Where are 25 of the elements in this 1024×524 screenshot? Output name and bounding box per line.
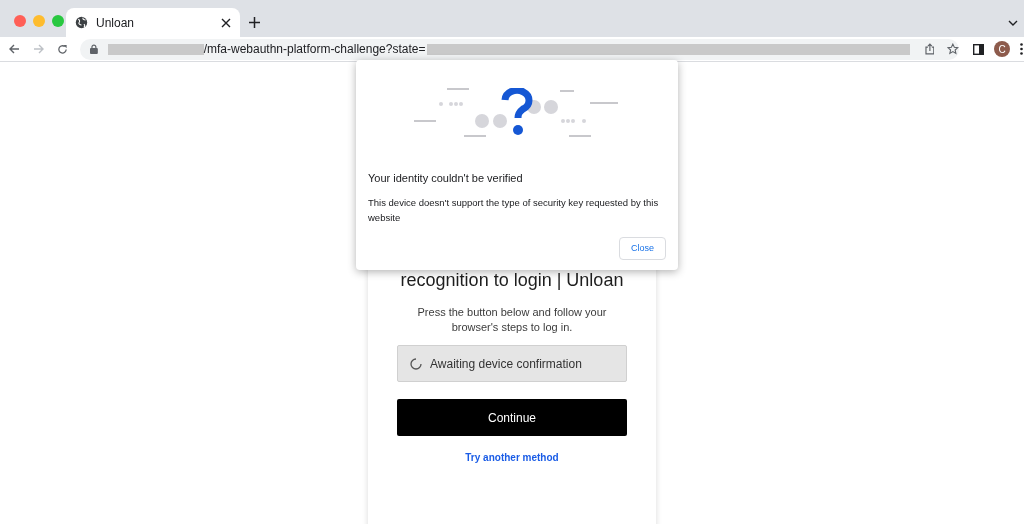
try-another-method-link[interactable]: Try another method: [465, 450, 559, 465]
star-icon[interactable]: [947, 43, 959, 55]
side-panel-icon[interactable]: [973, 43, 984, 55]
dialog-title: Your identity couldn't be verified: [367, 171, 524, 186]
dialog-message: This device doesn't support the type of security key requested by this website: [367, 195, 660, 225]
instructions-text: Press the button below and follow your browser's steps to log in.: [416, 305, 608, 335]
url-text: /mfa-webauthn-platform-challenge?state=: [203, 41, 426, 58]
spinner-icon: [410, 357, 422, 370]
close-button[interactable]: Close: [619, 237, 666, 260]
reload-icon[interactable]: [57, 43, 68, 55]
status-text: Awaiting device confirmation: [430, 355, 582, 373]
continue-button[interactable]: Continue: [397, 399, 627, 436]
chevron-down-icon[interactable]: [1008, 20, 1018, 26]
lock-icon: [90, 44, 98, 54]
new-tab-icon[interactable]: [249, 17, 260, 28]
profile-avatar[interactable]: C: [994, 41, 1010, 57]
tab-title: Unloan: [96, 14, 136, 32]
back-icon[interactable]: [9, 44, 20, 54]
address-bar[interactable]: /mfa-webauthn-platform-challenge?state=: [80, 38, 959, 60]
globe-icon: [75, 16, 88, 29]
browser-tab[interactable]: Unloan: [66, 8, 240, 37]
share-icon[interactable]: [924, 43, 935, 55]
card-heading: recognition to login | Unloan: [400, 269, 624, 292]
more-icon[interactable]: [1020, 43, 1023, 55]
close-icon[interactable]: [221, 17, 231, 28]
